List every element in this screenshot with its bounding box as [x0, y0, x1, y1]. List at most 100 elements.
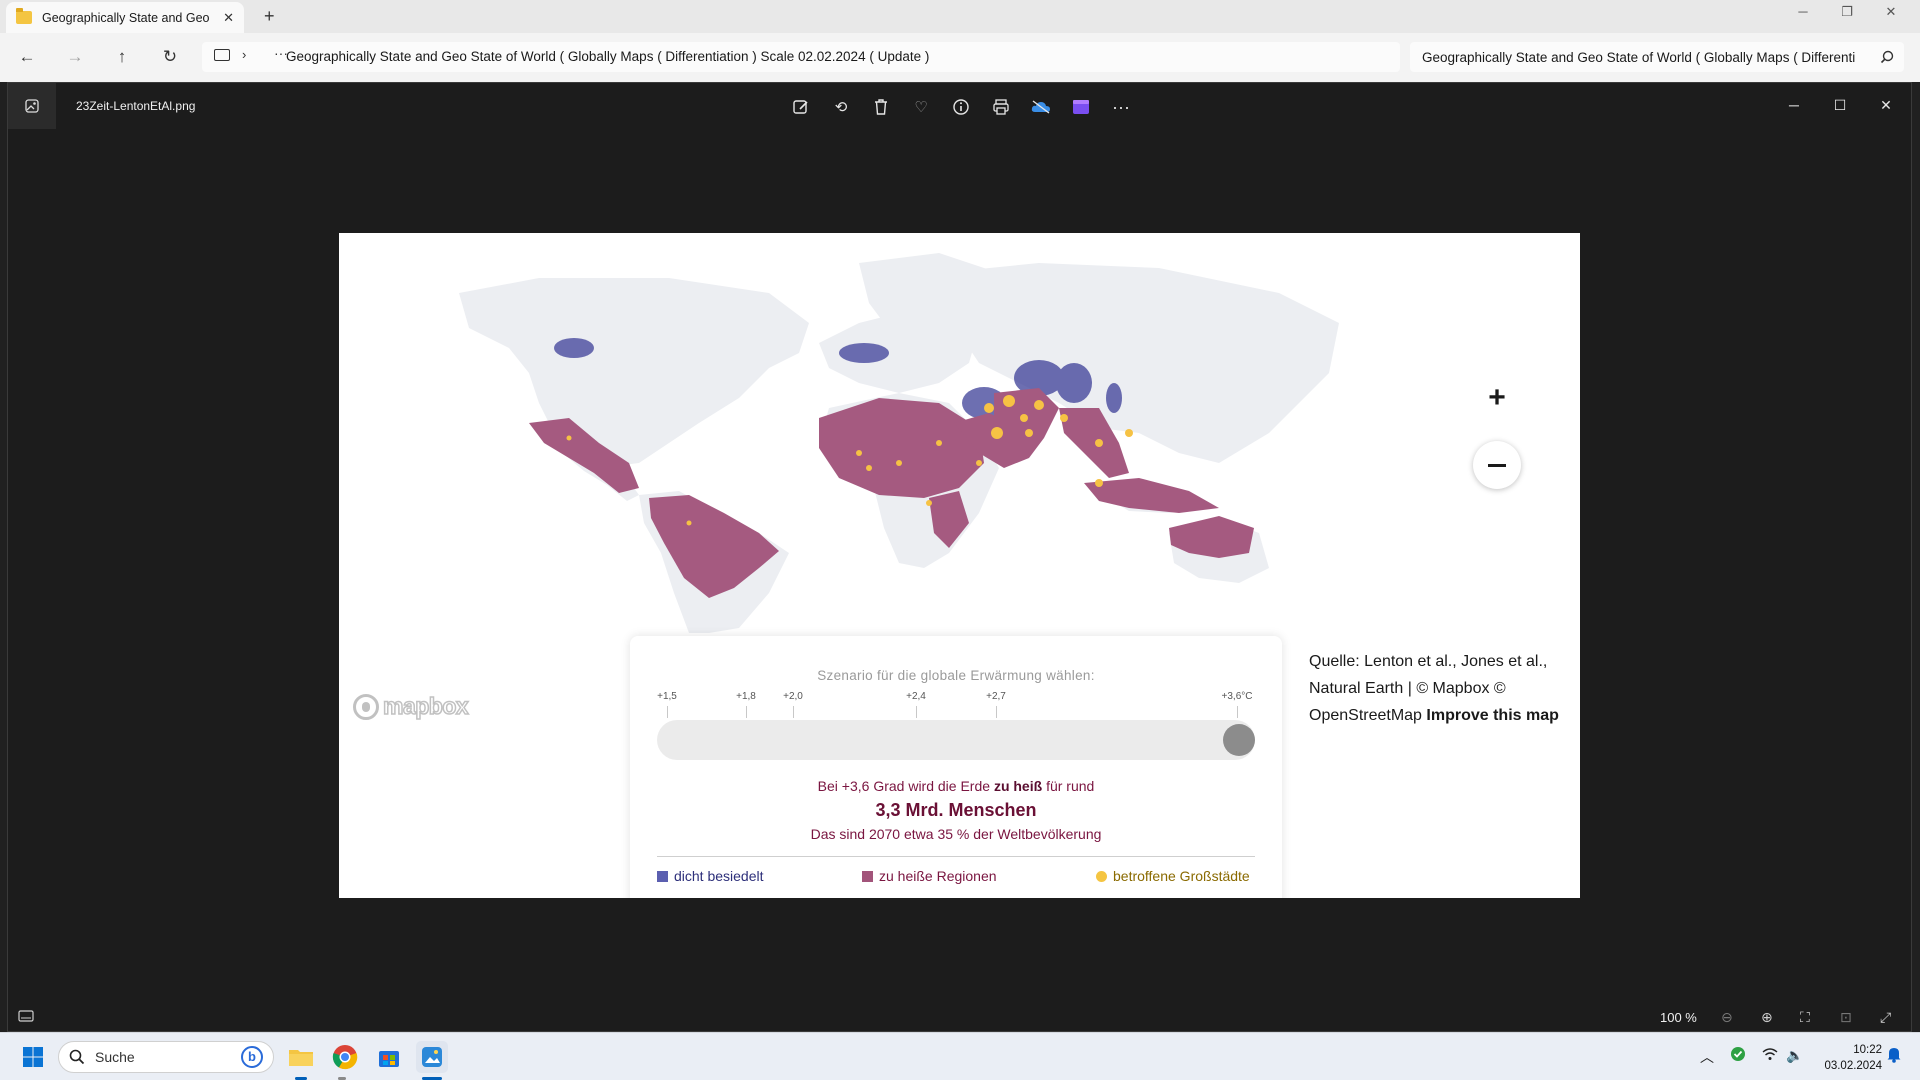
edit-image-icon[interactable] [790, 96, 812, 118]
north-america [459, 278, 809, 468]
viewer-status-bar: 100 % ⊖ ⊕ ⛶ ⊡ ⤢ [8, 1001, 1913, 1033]
search-input[interactable]: Geographically State and Geo State of Wo… [1410, 42, 1904, 72]
close-tab-icon[interactable]: ✕ [223, 10, 234, 26]
viewer-minimize-icon[interactable]: ─ [1774, 91, 1814, 119]
legend-swatch-dense [657, 870, 668, 882]
rotate-icon[interactable]: ⟲ [830, 96, 852, 118]
hot-sahara-sahel [819, 398, 984, 498]
viewer-maximize-icon[interactable]: ☐ [1820, 91, 1860, 119]
show-hidden-icons-chevron[interactable]: ︿ [1700, 1047, 1714, 1067]
scenario-slider-thumb[interactable] [1223, 724, 1255, 756]
tick-1-5[interactable]: +1,5 [657, 691, 677, 702]
tick-2-0[interactable]: +2,0 [783, 691, 803, 702]
zoom-in-icon[interactable]: ⊕ [1761, 1009, 1773, 1026]
dense-us-east [554, 338, 594, 358]
fit-to-window-icon[interactable]: ⛶ [1800, 1009, 1810, 1026]
map-zoom-in-button[interactable]: + [1479, 381, 1515, 417]
city-dot [1125, 429, 1133, 437]
tickmark [996, 706, 997, 718]
viewer-titlebar: 23Zeit-LentonEtAl.png ⟲ ♡ ··· ─ ☐ ✕ [8, 83, 1913, 129]
result-prefix: Bei +3,6 Grad wird die Erde [817, 778, 991, 794]
legend-swatch-hot [862, 870, 873, 882]
refresh-icon[interactable]: ↻ [159, 46, 181, 68]
displayed-image[interactable]: + mapbox Quelle: Lenton et al., Jones et… [339, 233, 1580, 898]
forward-icon[interactable]: → [64, 46, 86, 68]
city-dot [1034, 400, 1044, 410]
taskbar: Suche b ︿ 🔈 10:22 03.02.2024 [0, 1032, 1920, 1080]
city-dot [1095, 479, 1103, 487]
photos-viewer-window: 23Zeit-LentonEtAl.png ⟲ ♡ ··· ─ ☐ ✕ + ma… [7, 82, 1912, 1032]
city-dot [566, 435, 572, 441]
city-dot [1020, 414, 1028, 422]
clipchamp-icon[interactable] [1070, 96, 1092, 118]
tab-geographically-state[interactable]: Geographically State and Geo ✕ [6, 2, 244, 33]
tick-2-7[interactable]: +2,7 [986, 691, 1006, 702]
file-explorer-taskbar-icon[interactable] [285, 1041, 317, 1073]
print-icon[interactable] [990, 96, 1012, 118]
tickmark [667, 706, 668, 718]
clock-date: 03.02.2024 [1824, 1060, 1882, 1072]
start-button[interactable] [17, 1041, 49, 1073]
mapbox-logo-text: mapbox [382, 692, 469, 720]
attribution-line-1: Quelle: Lenton et al., Jones et al., [1309, 653, 1548, 670]
onedrive-icon[interactable] [1030, 96, 1052, 118]
minus-icon [1488, 463, 1506, 467]
more-options-icon[interactable]: ··· [1110, 96, 1132, 118]
taskbar-search-box[interactable]: Suche b [58, 1041, 274, 1073]
scenario-panel: Szenario für die globale Erwärmung wähle… [630, 636, 1282, 898]
scenario-panel-title: Szenario für die globale Erwärmung wähle… [817, 668, 1095, 683]
wifi-icon[interactable] [1762, 1047, 1778, 1064]
result-bold: zu heiß [993, 778, 1043, 794]
back-icon[interactable]: ← [16, 46, 38, 68]
zoom-level: 100 % [1660, 1010, 1697, 1025]
breadcrumb-chevron-icon[interactable]: › [242, 47, 246, 62]
security-shield-icon[interactable] [1730, 1046, 1746, 1065]
tickmark [793, 706, 794, 718]
tick-2-4[interactable]: +2,4 [906, 691, 926, 702]
tickmark [746, 706, 747, 718]
city-dot [1003, 395, 1015, 407]
world-heat-map[interactable] [339, 233, 1580, 633]
up-icon[interactable]: ↑ [111, 46, 133, 68]
viewer-close-icon[interactable]: ✕ [1866, 91, 1906, 119]
fullscreen-icon[interactable]: ⤢ [1880, 1009, 1891, 1026]
info-icon[interactable] [950, 96, 972, 118]
photos-taskbar-icon[interactable] [416, 1041, 448, 1073]
notification-bell-icon[interactable] [1886, 1045, 1902, 1066]
city-dot [856, 450, 862, 456]
folder-icon [16, 8, 32, 24]
favorite-heart-icon[interactable]: ♡ [910, 96, 932, 118]
mapbox-logo[interactable]: mapbox [353, 692, 469, 720]
address-bar[interactable]: › ··· Geographically State and Geo State… [202, 42, 1400, 72]
restore-icon[interactable]: ❐ [1832, 4, 1862, 20]
delete-icon[interactable] [870, 96, 892, 118]
city-dot [984, 403, 994, 413]
dense-east-china [1056, 363, 1092, 403]
zoom-out-icon[interactable]: ⊖ [1721, 1009, 1733, 1026]
bing-icon[interactable]: b [241, 1046, 263, 1068]
close-window-icon[interactable]: ✕ [1876, 4, 1906, 20]
affected-people-count: 3,3 Mrd. Menschen [875, 800, 1037, 820]
actual-size-icon[interactable]: ⊡ [1840, 1009, 1852, 1026]
filmstrip-icon[interactable] [18, 1009, 34, 1025]
map-zoom-out-button[interactable] [1473, 441, 1521, 489]
tick-1-8[interactable]: +1,8 [736, 691, 756, 702]
city-dot [926, 500, 932, 506]
improve-map-link[interactable]: Improve this map [1426, 707, 1558, 724]
legend-hot-label: zu heiße Regionen [879, 868, 997, 884]
search-icon[interactable] [1880, 50, 1894, 64]
photos-app-icon[interactable] [8, 83, 56, 129]
population-share: Das sind 2070 etwa 35 % der Weltbevölker… [810, 826, 1102, 842]
tick-3-6[interactable]: +3,6°C [1222, 691, 1253, 702]
map-attribution: Quelle: Lenton et al., Jones et al., Nat… [1309, 648, 1569, 729]
chrome-taskbar-icon[interactable] [329, 1041, 361, 1073]
microsoft-store-taskbar-icon[interactable] [373, 1041, 405, 1073]
tickmark [1237, 706, 1238, 718]
clock-time: 10:22 [1853, 1044, 1882, 1056]
system-clock[interactable]: 10:22 03.02.2024 [1800, 1042, 1882, 1074]
minimize-icon[interactable]: ─ [1788, 4, 1818, 19]
file-name: 23Zeit-LentonEtAl.png [76, 99, 196, 113]
scenario-slider-track[interactable] [657, 720, 1255, 760]
city-dot [936, 440, 942, 446]
new-tab-icon[interactable]: + [264, 6, 275, 27]
